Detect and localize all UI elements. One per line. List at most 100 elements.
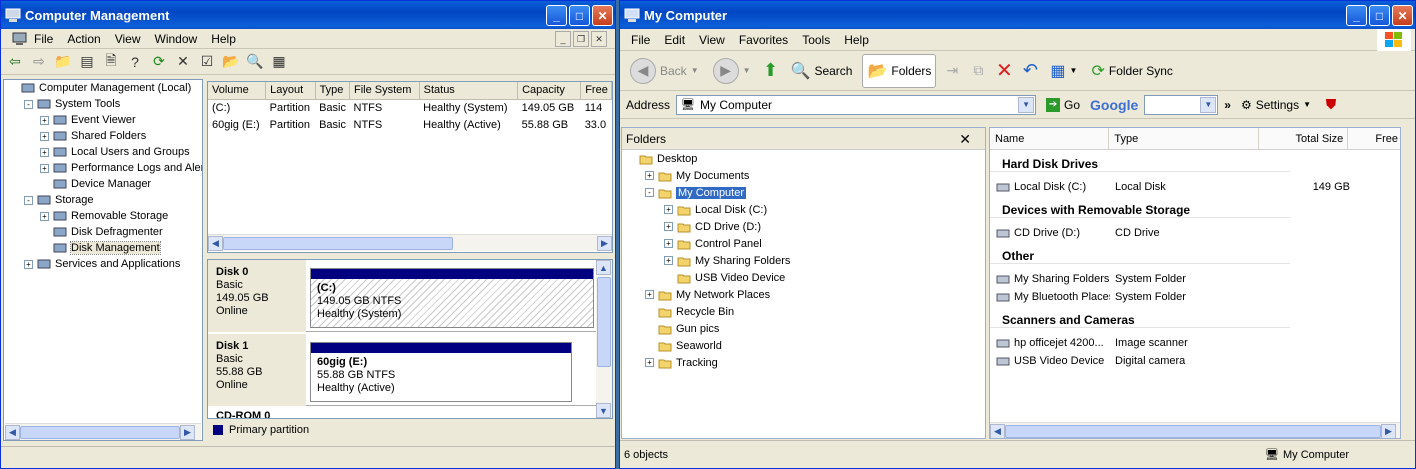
cm-titlebar[interactable]: Computer Management _ □ ✕ [1, 1, 615, 29]
folder-tree-item[interactable]: Desktop [622, 150, 985, 167]
mdi-restore-button[interactable]: ❐ [573, 31, 589, 47]
volume-row[interactable]: (C:) Partition Basic NTFS Healthy (System) 14… [208, 99, 612, 116]
tree-item[interactable]: Device Manager [4, 176, 202, 192]
close-pane-icon[interactable]: ✕ [959, 131, 971, 148]
volume-col-header[interactable]: Free [580, 82, 612, 100]
folder-sync-button[interactable]: ⟳ Folder Sync [1087, 59, 1176, 83]
search-icon[interactable]: 🔍 [245, 52, 265, 72]
collapse-icon[interactable]: - [24, 99, 33, 109]
up-folder-icon[interactable]: ⬆ [761, 60, 781, 81]
tree-item[interactable]: Disk Defragmenter [4, 224, 202, 240]
menu-edit[interactable]: Edit [657, 33, 692, 47]
folder-tree-item[interactable]: + My Network Places [622, 286, 985, 303]
partition-e[interactable]: 60gig (E:) 55.88 GB NTFS Healthy (Active… [310, 342, 572, 402]
close-button[interactable]: ✕ [592, 5, 613, 26]
volume-col-header[interactable]: Volume [208, 82, 267, 100]
address-input[interactable]: 🖥 My Computer ▼ [676, 94, 1037, 115]
menu-help[interactable]: Help [204, 32, 243, 46]
pdf-icon[interactable]: ⛊ [1321, 95, 1341, 115]
tree-item[interactable]: - Storage [4, 192, 202, 208]
scroll-left-icon[interactable]: ◀ [5, 424, 20, 440]
folder-tree-item[interactable]: + My Sharing Folders [622, 252, 985, 269]
move-to-icon[interactable]: ⇥ [942, 61, 962, 81]
expand-icon[interactable]: + [40, 131, 49, 141]
scroll-right-icon[interactable]: ▶ [597, 235, 612, 251]
scroll-right-icon[interactable]: ▶ [1381, 423, 1396, 438]
volume-hscroll[interactable]: ◀ ▶ [208, 234, 612, 251]
open-icon[interactable]: 📂 [221, 52, 241, 72]
scroll-thumb[interactable] [597, 277, 611, 367]
close-button[interactable]: ✕ [1392, 5, 1413, 26]
expand-icon[interactable]: + [24, 259, 33, 269]
tree-item[interactable]: + Local Users and Groups [4, 144, 202, 160]
google-settings-button[interactable]: ⚙ Settings ▼ [1237, 96, 1315, 114]
scroll-right-icon[interactable]: ▶ [180, 424, 195, 440]
col-total-size[interactable]: Total Size [1259, 128, 1349, 150]
list-item[interactable]: hp officejet 4200... Image scanner [990, 334, 1400, 352]
undo-icon[interactable]: ↶ [1020, 60, 1040, 81]
volume-col-header[interactable]: Capacity [517, 82, 582, 100]
col-type[interactable]: Type [1109, 128, 1259, 150]
tree-item[interactable]: + Performance Logs and Alerts [4, 160, 202, 176]
folder-tree-item[interactable]: + Tracking [622, 354, 985, 371]
delete-icon[interactable]: ✕ [994, 60, 1014, 82]
minimize-button[interactable]: _ [546, 5, 567, 26]
collapse-icon[interactable]: - [24, 195, 33, 205]
menu-favorites[interactable]: Favorites [732, 33, 795, 47]
disk-vscroll[interactable]: ▲ ▼ [596, 260, 612, 418]
mdi-minimize-button[interactable]: _ [555, 31, 571, 47]
minimize-button[interactable]: _ [1346, 5, 1367, 26]
scroll-thumb[interactable] [1005, 424, 1381, 438]
more-chevron-icon[interactable]: » [1224, 98, 1231, 112]
folders-button[interactable]: 📂 Folders [862, 53, 937, 88]
refresh-icon[interactable]: ⟳ [149, 52, 169, 72]
folder-tree-item[interactable]: - My Computer [622, 184, 985, 201]
scroll-left-icon[interactable]: ◀ [990, 423, 1005, 438]
chevron-down-icon[interactable]: ▼ [1200, 96, 1217, 113]
volume-row[interactable]: 60gig (E:) Partition Basic NTFS Healthy (Act… [208, 116, 612, 133]
expand-icon[interactable]: + [664, 239, 673, 248]
folder-tree-item[interactable]: + Local Disk (C:) [622, 201, 985, 218]
tree-item[interactable]: + Services and Applications [4, 256, 202, 272]
chevron-down-icon[interactable]: ▼ [1018, 96, 1035, 113]
folder-tree-item[interactable]: Seaworld [622, 337, 985, 354]
disk-0[interactable]: Disk 0 Basic 149.05 GB Online (C:) 149.0… [208, 260, 598, 332]
scroll-left-icon[interactable]: ◀ [208, 235, 223, 251]
folder-tree-item[interactable]: USB Video Device [622, 269, 985, 286]
expand-icon[interactable]: + [40, 147, 49, 157]
menu-file[interactable]: File [624, 33, 657, 47]
go-button[interactable]: ➔ Go [1042, 96, 1084, 114]
menu-tools[interactable]: Tools [795, 33, 837, 47]
menu-file[interactable]: File [27, 32, 60, 46]
google-search-input[interactable]: ▼ [1144, 94, 1219, 115]
show-tree-icon[interactable]: ▤ [77, 52, 97, 72]
scroll-thumb[interactable] [223, 236, 453, 250]
check-icon[interactable]: ☑ [197, 52, 217, 72]
expand-icon[interactable]: + [664, 205, 673, 214]
menu-help[interactable]: Help [837, 33, 876, 47]
folder-tree-item[interactable]: Gun pics [622, 320, 985, 337]
col-name[interactable]: Name [990, 128, 1110, 150]
volume-col-header[interactable]: File System [349, 82, 420, 100]
maximize-button[interactable]: □ [1369, 5, 1390, 26]
folder-tree-item[interactable]: + Control Panel [622, 235, 985, 252]
forward-arrow-icon[interactable]: ⇨ [29, 52, 49, 72]
scroll-down-icon[interactable]: ▼ [596, 403, 611, 418]
tree-item[interactable]: - System Tools [4, 96, 202, 112]
partition-c[interactable]: (C:) 149.05 GB NTFS Healthy (System) [310, 268, 594, 328]
menu-action[interactable]: Action [60, 32, 107, 46]
help-icon[interactable]: ? [125, 52, 145, 72]
mdi-close-button[interactable]: ✕ [591, 31, 607, 47]
scroll-up-icon[interactable]: ▲ [596, 260, 611, 275]
menu-view[interactable]: View [108, 32, 148, 46]
views-button[interactable]: ▦ ▼ [1046, 59, 1081, 83]
expand-icon[interactable]: + [664, 222, 673, 231]
tree-hscroll[interactable]: ◀ ▶ [5, 423, 201, 440]
list-hscroll[interactable]: ◀ ▶ [990, 422, 1400, 438]
tree-item[interactable]: + Removable Storage [4, 208, 202, 224]
folder-tree-item[interactable]: Recycle Bin [622, 303, 985, 320]
tree-item[interactable]: + Event Viewer [4, 112, 202, 128]
back-button[interactable]: ◀ Back ▼ [626, 56, 703, 86]
col-free[interactable]: Free [1348, 128, 1400, 150]
volume-col-header[interactable]: Layout [265, 82, 316, 100]
